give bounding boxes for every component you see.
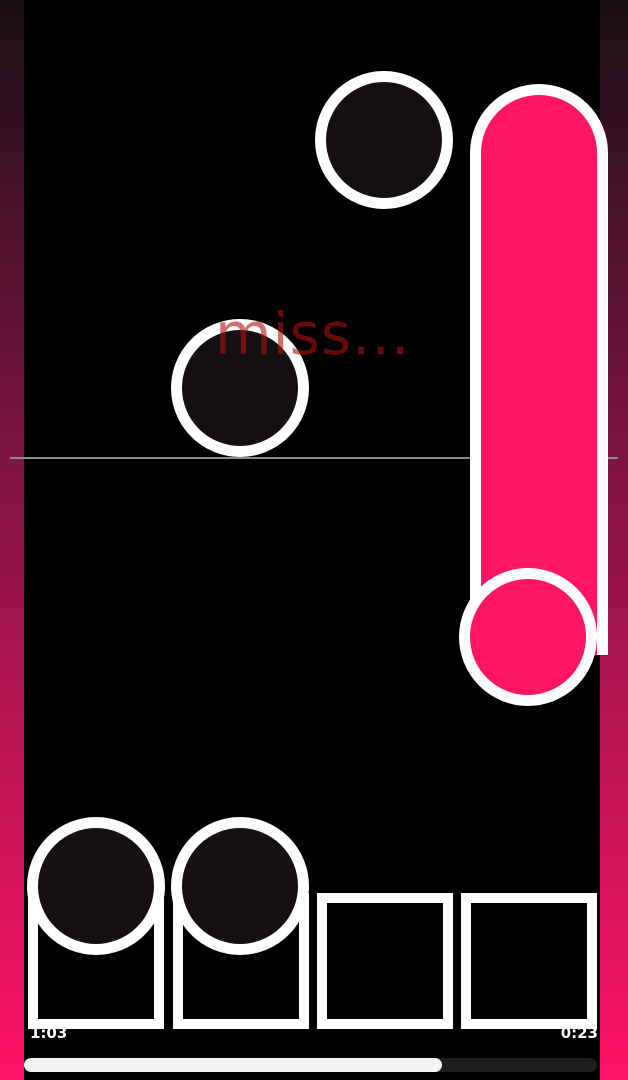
lane-key-4[interactable]	[461, 893, 597, 1029]
judgement-feedback-text: miss...	[215, 300, 411, 368]
note-at-key	[171, 817, 309, 955]
remaining-time: 0:23	[560, 1024, 598, 1042]
elapsed-time: 1:03	[30, 1024, 68, 1042]
falling-note	[315, 71, 453, 209]
hold-note-head	[459, 568, 597, 706]
lane-key-3[interactable]	[317, 893, 453, 1029]
note-at-key	[27, 817, 165, 955]
left-side-gradient	[0, 0, 24, 1080]
song-progress-bar	[24, 1058, 597, 1072]
song-progress-fill	[24, 1058, 443, 1072]
